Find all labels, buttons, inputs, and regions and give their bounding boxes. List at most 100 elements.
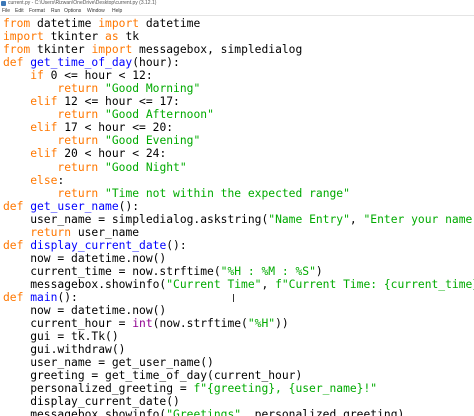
code-line[interactable]: user_name = get_user_name() [3,356,471,369]
code-line[interactable]: return "Good Night" [3,161,471,174]
code-token-kw: if [30,69,44,83]
code-token: (): [118,199,140,213]
menu-options[interactable]: Options [64,7,81,15]
code-line[interactable]: personalized_greeting = f"{greeting}, {u… [3,382,471,395]
code-token-kw: from [3,17,31,30]
code-editor[interactable]: from datetime import datetime import tkin… [3,17,474,416]
code-token-kw: def [3,199,24,213]
code-token-kw: def [3,290,24,304]
code-token: , [261,277,276,291]
code-line[interactable]: def main(): [3,291,471,304]
mouse-text-cursor [233,294,234,302]
code-token: gui.withdraw() [3,343,126,357]
code-token: : [57,173,65,187]
code-token: greeting = get_time_of_day(current_hour) [3,369,303,383]
code-token-kw: elif [30,95,58,109]
code-token: , personalized_greeting) [241,408,405,416]
code-token: (now.strftime( [152,317,248,331]
title-bar: current.py - C:\Users\Rizwan\OneDrive\De… [0,0,474,7]
code-line[interactable]: import tkinter as tk [3,30,471,43]
code-line[interactable]: return "Time not within the expected ran… [3,187,471,200]
code-line[interactable]: current_hour = int(now.strftime("%H")) [3,317,471,330]
code-token-kw: def [3,56,24,70]
code-token-str: "Good Afternoon" [105,108,214,122]
code-line[interactable]: return "Good Evening" [3,134,471,147]
code-token: , [349,212,364,226]
code-token-def: display_current_date [30,238,167,252]
code-token-str: f"Current Time: {current_time}" [275,277,474,291]
code-token-def: get_user_name [30,199,119,213]
code-token: now = datetime.now() [3,251,167,265]
code-line[interactable]: return "Good Afternoon" [3,108,471,121]
code-line[interactable]: elif 17 < hour <= 20: [3,121,471,134]
code-token-kw: elif [30,147,58,161]
code-line[interactable]: def display_current_date(): [3,239,471,252]
code-line[interactable]: elif 12 <= hour <= 17: [3,95,471,108]
code-line[interactable]: messagebox.showinfo("Greetings", persona… [3,408,471,416]
menu-help[interactable]: Help [112,7,122,15]
code-line[interactable]: return user_name [3,226,471,239]
code-token-str: "Current Time" [166,277,262,291]
code-line[interactable]: gui = tk.Tk() [3,330,471,343]
code-token-str: "%H" [247,317,276,331]
code-token-str: "Good Evening" [105,134,201,148]
code-token-def: get_time_of_day [30,56,133,70]
code-line[interactable]: current_time = now.strftime("%H : %M : %… [3,265,471,278]
code-line[interactable]: gui.withdraw() [3,343,471,356]
code-line[interactable]: def get_time_of_day(hour): [3,56,471,69]
python-idle-icon [1,1,6,6]
code-line[interactable]: def get_user_name(): [3,200,471,213]
menu-window[interactable]: Window [87,7,105,15]
code-line[interactable]: from tkinter import messagebox, simpledi… [3,43,471,56]
code-token: gui = tk.Tk() [3,330,119,344]
code-line[interactable]: elif 20 < hour < 24: [3,147,471,160]
menu-file[interactable]: File [2,7,10,15]
code-token-str: "Good Morning" [105,82,201,96]
code-token: messagebox, simpledialog [132,43,303,57]
code-token-kw: elif [30,121,58,135]
code-line[interactable]: else: [3,174,471,187]
code-token: user_name = get_user_name() [3,356,214,370]
code-token: (): [166,238,187,252]
code-token-kw: return [57,186,99,200]
code-token: tkinter [43,30,106,44]
code-token-str: "Time not within the expected range" [105,186,350,200]
code-line[interactable]: greeting = get_time_of_day(current_hour) [3,369,471,382]
code-token: 20 < hour < 24: [57,147,167,161]
code-token: user_name [71,225,140,239]
code-line[interactable]: user_name = simpledialog.askstring("Name… [3,212,474,226]
code-line[interactable]: display_current_date() [3,395,471,408]
code-token: 0 <= hour < 12: [43,69,153,83]
code-line[interactable]: if 0 <= hour < 12: [3,69,471,82]
idle-editor-window: current.py - C:\Users\Rizwan\OneDrive\De… [0,0,474,416]
code-token-kw: import [91,43,133,57]
code-line[interactable]: now = datetime.now() [3,252,471,265]
code-token-str: "Enter your name:" [363,212,474,226]
menu-format[interactable]: Format [29,7,45,15]
code-line[interactable]: return "Good Morning" [3,82,471,95]
code-token: (): [57,290,78,304]
code-token: user_name = simpledialog.askstring( [3,212,269,226]
code-token: messagebox.showinfo( [3,277,167,291]
code-token-kw: else [30,173,58,187]
code-token: 17 < hour <= 20: [57,121,174,135]
code-token: )) [275,317,289,331]
code-token: personalized_greeting = [3,382,194,396]
code-token-bi: int [132,317,153,331]
code-line[interactable]: now = datetime.now() [3,304,471,317]
code-token: current_hour = [3,317,133,331]
code-token-kw: return [57,160,99,174]
code-line[interactable]: from datetime import datetime [3,17,471,30]
menu-edit[interactable]: Edit [15,7,24,15]
code-line[interactable]: messagebox.showinfo("Current Time", f"Cu… [3,277,474,291]
code-token-str: "Good Night" [105,160,187,174]
code-token-kw: from [3,43,31,57]
menu-run[interactable]: Run [51,7,60,15]
